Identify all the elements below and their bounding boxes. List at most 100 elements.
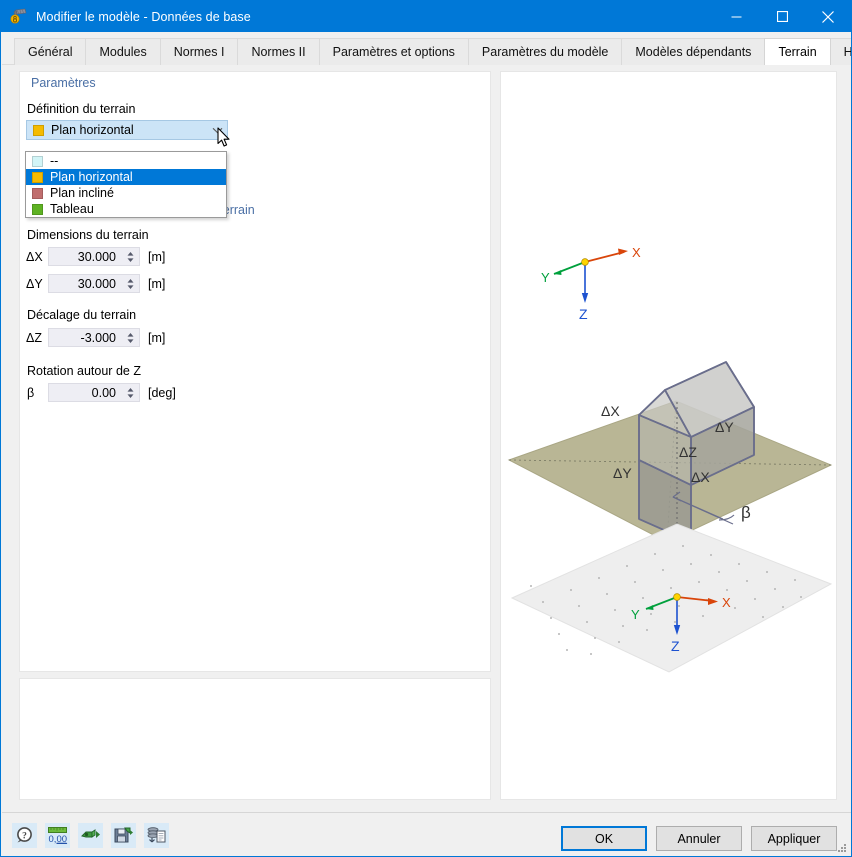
label-dz: ΔZ: [679, 444, 697, 460]
svg-text:X: X: [722, 595, 731, 610]
chevron-down-icon[interactable]: [207, 127, 227, 134]
copy-from-model-icon: [147, 827, 166, 843]
dropdown-option-empty[interactable]: --: [26, 153, 226, 169]
tab-label: Général: [28, 45, 73, 59]
combobox-value: Plan horizontal: [51, 123, 134, 137]
beta-input[interactable]: 0.00: [48, 383, 140, 402]
tab-parametres-modele[interactable]: Paramètres du modèle: [467, 38, 623, 65]
dropdown-option-label: --: [50, 154, 59, 168]
label-delta-z: ΔZ: [26, 331, 42, 345]
maximize-icon: [776, 11, 788, 22]
dropdown-option-tableau[interactable]: Tableau: [26, 201, 226, 217]
unit-delta-z: [m]: [148, 331, 166, 345]
import-icon: [81, 829, 100, 838]
rfem-model-icon: [10, 8, 27, 25]
group-title-decalage: Décalage du terrain: [27, 308, 137, 322]
close-button[interactable]: [805, 1, 851, 32]
spinner-arrows-icon[interactable]: [124, 248, 137, 265]
terrain-definition-dropdown-list[interactable]: -- Plan horizontal Plan incliné Tableau: [25, 151, 227, 218]
color-swatch-icon: [32, 187, 43, 199]
delta-z-value: -3.000: [80, 330, 116, 345]
label-dy-right: ΔY: [715, 419, 734, 435]
label-dx-bottom: ΔX: [691, 469, 710, 485]
dropdown-option-label: Plan horizontal: [50, 170, 133, 184]
tab-label: Paramètres et options: [332, 45, 455, 59]
dialog-window: Modifier le modèle - Données de base Gén…: [0, 0, 852, 857]
tab-strip: Général Modules Normes I Normes II Param…: [2, 32, 852, 65]
tab-label: Terrain: [778, 45, 817, 59]
group-title-dimensions: Dimensions du terrain: [27, 228, 149, 242]
tab-label: Normes I: [173, 45, 225, 59]
delta-z-input[interactable]: -3.000: [48, 328, 140, 347]
resize-grip-icon[interactable]: [836, 842, 848, 854]
label-delta-y: ΔY: [26, 277, 43, 291]
maximize-button[interactable]: [759, 1, 805, 32]
tab-label: Paramètres du modèle: [481, 45, 609, 59]
color-swatch-icon: [32, 171, 43, 183]
tab-list: Général Modules Normes I Normes II Param…: [14, 38, 852, 65]
copy-from-model-button[interactable]: [144, 823, 169, 848]
label-beta-graphic: β: [741, 503, 751, 522]
group-title-parametres: Paramètres: [31, 76, 96, 90]
tab-modeles-dependants[interactable]: Modèles dépendants: [621, 38, 766, 65]
comment-panel: [19, 678, 491, 800]
tab-terrain[interactable]: Terrain: [764, 38, 831, 65]
unit-delta-x: [m]: [148, 250, 166, 264]
terrain-3d-graphic: Y X Z β ΔX ΔY ΔY ΔX ΔZ Y X Z: [507, 245, 833, 673]
tab-general[interactable]: Général: [14, 38, 87, 65]
label-dy-left: ΔY: [613, 465, 632, 481]
group-title-rotation: Rotation autour de Z: [27, 364, 141, 378]
delta-x-input[interactable]: 30.000: [48, 247, 140, 266]
ok-button[interactable]: OK: [561, 826, 647, 851]
label-delta-x: ΔX: [26, 250, 43, 264]
close-icon: [822, 10, 834, 23]
delta-y-value: 30.000: [77, 276, 116, 291]
terrain-definition-combobox[interactable]: Plan horizontal: [26, 120, 228, 140]
help-info-button[interactable]: ?: [12, 823, 37, 848]
svg-text:Z: Z: [671, 638, 680, 654]
save-as-default-button[interactable]: [111, 823, 136, 848]
svg-text:X: X: [632, 245, 641, 260]
minimize-icon: [731, 16, 741, 18]
spinner-arrows-icon[interactable]: [124, 384, 137, 401]
unit-delta-y: [m]: [148, 277, 166, 291]
footer-toolbar: ? 0, 00: [12, 823, 169, 848]
spinner-arrows-icon[interactable]: [124, 275, 137, 292]
svg-text:Z: Z: [579, 306, 588, 322]
dropdown-option-plan-incline[interactable]: Plan incliné: [26, 185, 226, 201]
svg-text:?: ?: [22, 831, 27, 841]
dialog-button-row: OK Annuler Appliquer: [561, 826, 837, 851]
tab-modules[interactable]: Modules: [85, 38, 161, 65]
dialog-footer: ? 0, 00 OK Annuler Appliquer: [2, 812, 851, 856]
units-decimal-icon: 0, 00: [48, 827, 67, 845]
label-definition-terrain: Définition du terrain: [27, 102, 136, 116]
tab-parametres-options[interactable]: Paramètres et options: [318, 38, 469, 65]
cancel-button[interactable]: Annuler: [656, 826, 742, 851]
window-title: Modifier le modèle - Données de base: [36, 9, 251, 24]
label-dx-left: ΔX: [601, 403, 620, 419]
svg-text:0,: 0,: [49, 834, 57, 845]
import-button[interactable]: [78, 823, 103, 848]
tab-historique[interactable]: Historique: [829, 38, 852, 65]
title-bar: Modifier le modèle - Données de base: [1, 1, 851, 32]
color-swatch-icon: [32, 155, 43, 167]
apply-button[interactable]: Appliquer: [751, 826, 837, 851]
dropdown-option-plan-horizontal[interactable]: Plan horizontal: [26, 169, 226, 185]
unit-beta: [deg]: [148, 386, 176, 400]
dropdown-option-label: Plan incliné: [50, 186, 114, 200]
tab-label: Modules: [99, 45, 147, 59]
spinner-arrows-icon[interactable]: [124, 329, 137, 346]
tab-normes-i[interactable]: Normes I: [159, 38, 239, 65]
tab-normes-ii[interactable]: Normes II: [237, 38, 320, 65]
dropdown-option-label: Tableau: [50, 202, 94, 216]
minimize-button[interactable]: [713, 1, 759, 32]
units-decimals-button[interactable]: 0, 00: [45, 823, 70, 848]
save-as-default-icon: [114, 827, 133, 843]
delta-x-value: 30.000: [77, 249, 116, 264]
color-swatch-icon: [32, 203, 43, 215]
color-swatch-icon: [33, 124, 44, 136]
terrain-preview-panel: Y X Z β ΔX ΔY ΔY ΔX ΔZ Y X Z: [500, 71, 837, 800]
svg-text:Y: Y: [541, 270, 550, 285]
delta-y-input[interactable]: 30.000: [48, 274, 140, 293]
tab-label: Historique: [843, 45, 852, 59]
